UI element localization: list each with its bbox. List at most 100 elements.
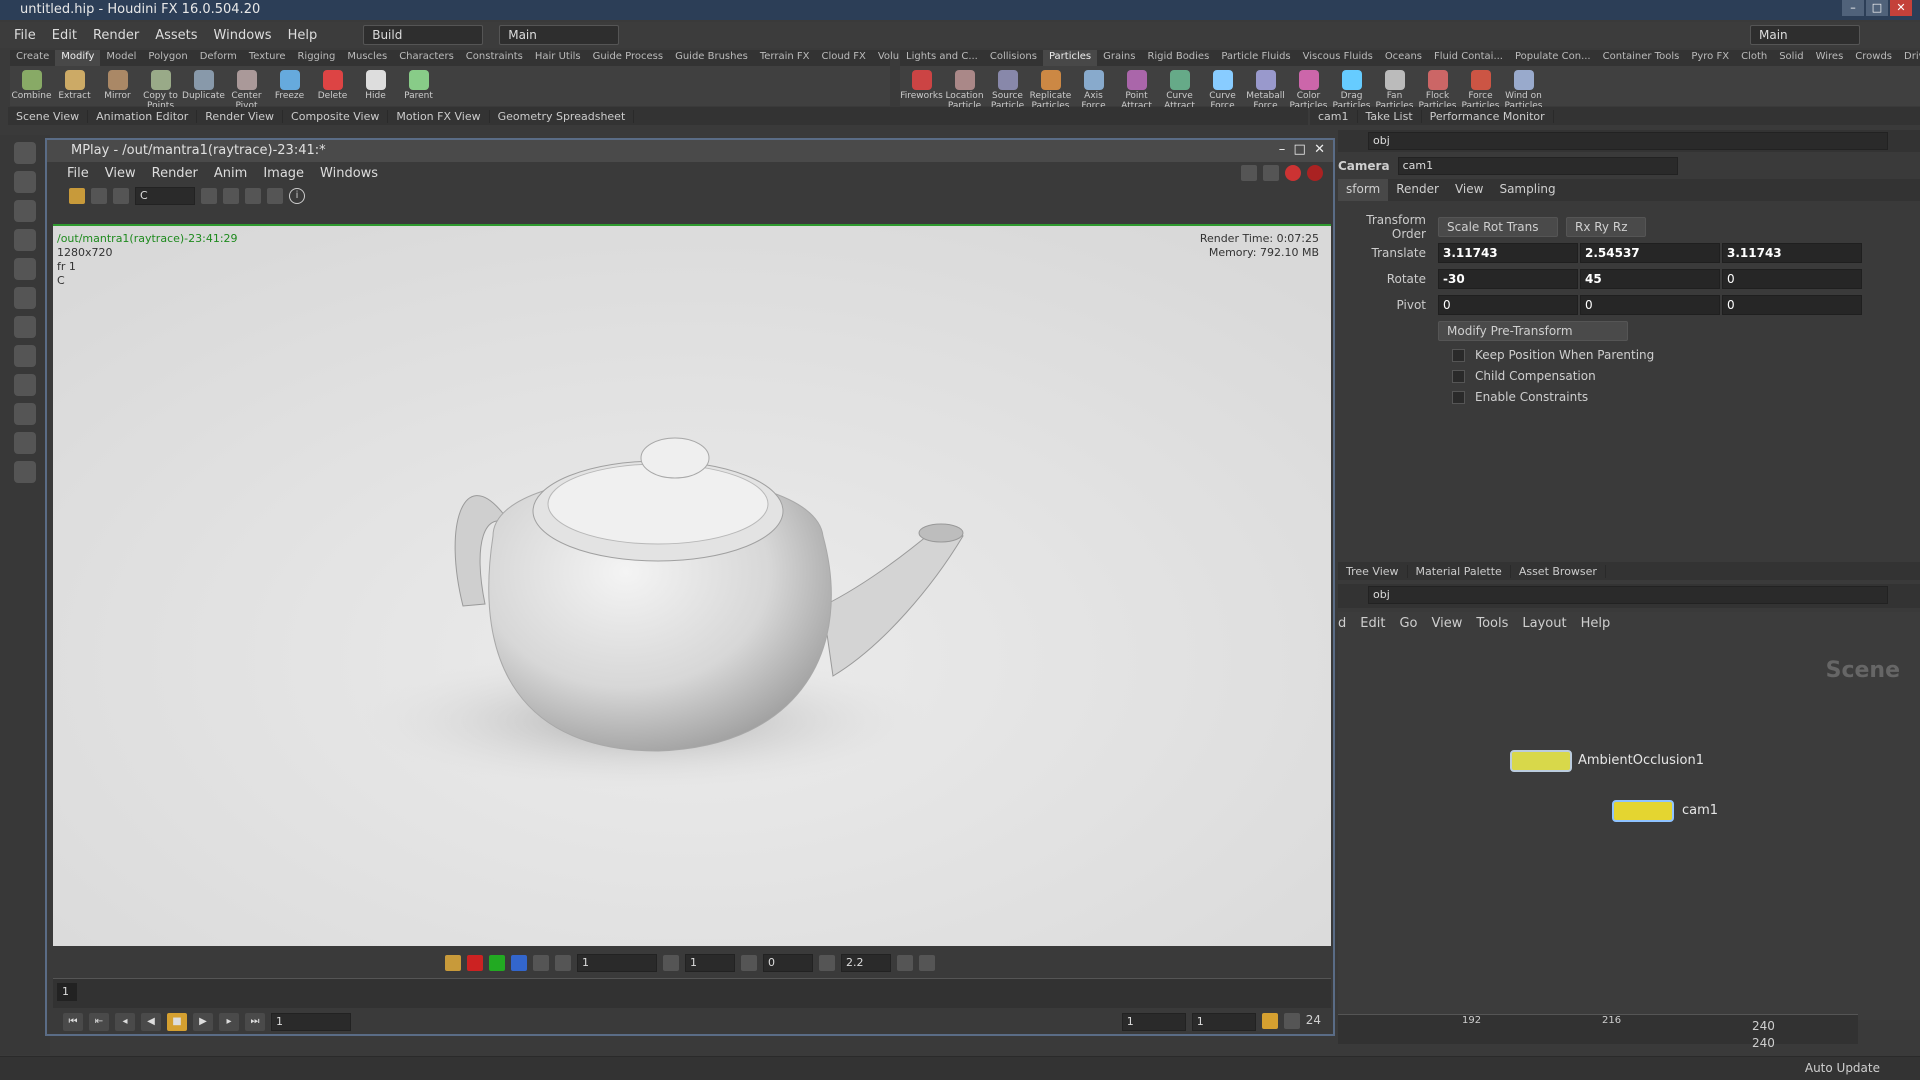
tools_right-tool-3[interactable]: Replicate Particles (1029, 66, 1072, 111)
tools_right-tool-12[interactable]: Flock Particles (1416, 66, 1459, 111)
shelf-tab-right-7[interactable]: Oceans (1379, 50, 1428, 66)
resize-icon[interactable] (1241, 165, 1257, 181)
current-frame-field[interactable]: 1 (271, 1013, 351, 1031)
tools_left-tool-0[interactable]: Combine (10, 66, 53, 106)
rotate-tool-icon[interactable] (14, 200, 36, 222)
shelf-tab-left-5[interactable]: Texture (243, 50, 292, 66)
range-start-field[interactable]: 1 (1121, 1013, 1186, 1031)
pose-tool-icon[interactable] (14, 229, 36, 251)
tools_right-tool-1[interactable]: Location Particle Emi... (943, 66, 986, 121)
shelf-tab-right-16[interactable]: Drive Simula... (1898, 50, 1920, 66)
split-icon[interactable] (113, 188, 129, 204)
main-timeline[interactable]: 192 216 (1338, 1014, 1858, 1044)
zoom-in-icon[interactable] (201, 188, 217, 204)
pivot-x[interactable]: 0 (1438, 295, 1578, 315)
tab-sampling[interactable]: Sampling (1491, 179, 1563, 201)
compare-icon[interactable] (91, 188, 107, 204)
shelf-tab-right-2[interactable]: Particles (1042, 50, 1098, 66)
camera-tool-icon[interactable] (14, 316, 36, 338)
network-menu-item-3[interactable]: View (1431, 616, 1462, 631)
shelf-tab-left-13[interactable]: Terrain FX (754, 50, 816, 66)
shelf-tab-left-3[interactable]: Polygon (142, 50, 193, 66)
stop-icon[interactable]: ■ (167, 1013, 187, 1031)
home-icon[interactable] (245, 188, 261, 204)
first-frame-icon[interactable]: ⏮ (63, 1013, 83, 1031)
last-frame-icon[interactable]: ⏭ (245, 1013, 265, 1031)
pane-tab-right-0[interactable]: cam1 (1310, 109, 1358, 123)
param-path[interactable]: obj (1368, 132, 1888, 150)
grid-snap-icon[interactable] (14, 403, 36, 425)
tools_left-tool-9[interactable]: Parent (397, 66, 440, 106)
shelf-tab-left-11[interactable]: Guide Process (587, 50, 669, 66)
tools_left-tool-5[interactable]: Center Pivot (225, 66, 268, 111)
menu-file[interactable]: File (14, 28, 36, 43)
primitive-snap-icon[interactable] (14, 432, 36, 454)
menu-help[interactable]: Help (288, 28, 318, 43)
exposure-icon[interactable] (555, 955, 571, 971)
shelf-tab-right-10[interactable]: Container Tools (1597, 50, 1686, 66)
prev-key-icon[interactable]: ⇤ (89, 1013, 109, 1031)
network-tab-0[interactable]: Tree View (1338, 564, 1408, 578)
tools_left-tool-8[interactable]: Hide (354, 66, 397, 106)
green-channel-icon[interactable] (489, 955, 505, 971)
shelf-tab-right-8[interactable]: Fluid Contai... (1428, 50, 1509, 66)
move-tool-icon[interactable] (14, 171, 36, 193)
tools_right-tool-9[interactable]: Color Particles (1287, 66, 1330, 111)
handle-tool-icon[interactable] (14, 258, 36, 280)
translate-y[interactable]: 2.54537 (1580, 243, 1720, 263)
shelf-tab-right-14[interactable]: Wires (1810, 50, 1850, 66)
rotate-y[interactable]: 45 (1580, 269, 1720, 289)
menu-render[interactable]: Render (93, 28, 139, 43)
rotation-order-select[interactable]: Rx Ry Rz (1566, 217, 1646, 237)
pane-tab-right-1[interactable]: Take List (1358, 109, 1422, 123)
tools_right-tool-5[interactable]: Point Attract Particles (1115, 66, 1158, 121)
pane-tab-left-4[interactable]: Motion FX View (388, 109, 490, 123)
translate-x[interactable]: 3.11743 (1438, 243, 1578, 263)
shelf-tab-left-8[interactable]: Characters (393, 50, 460, 66)
shelf-tab-right-9[interactable]: Populate Con... (1509, 50, 1597, 66)
gamma-icon[interactable] (819, 955, 835, 971)
tools_left-tool-7[interactable]: Delete (311, 66, 354, 106)
render-viewport[interactable]: /out/mantra1(raytrace)-23:41:29 1280x720… (53, 224, 1331, 946)
shelf-tab-right-11[interactable]: Pyro FX (1685, 50, 1735, 66)
stop-render-icon[interactable] (1285, 165, 1301, 181)
close-icon[interactable]: ✕ (1890, 0, 1912, 16)
tab-transform[interactable]: sform (1338, 179, 1389, 201)
loop-icon[interactable] (1283, 1013, 1300, 1029)
pivot-z[interactable]: 0 (1722, 295, 1862, 315)
magnet-icon[interactable] (14, 374, 36, 396)
network-menu-item-0[interactable]: d (1338, 616, 1346, 631)
right-desktop-select[interactable]: Main (1750, 25, 1860, 45)
step-back-icon[interactable]: ◂ (115, 1013, 135, 1031)
view-tool-icon[interactable] (14, 287, 36, 309)
mplay-menu-file[interactable]: File (67, 166, 89, 181)
range-end-field[interactable]: 1 (1191, 1013, 1256, 1031)
maximize-icon[interactable]: □ (1866, 0, 1888, 16)
translate-z[interactable]: 3.11743 (1722, 243, 1862, 263)
child-compensation-checkbox[interactable] (1452, 369, 1465, 383)
gamma-field[interactable]: 2.2 (841, 954, 891, 972)
network-tab-2[interactable]: Asset Browser (1511, 564, 1606, 578)
keep-position-checkbox[interactable] (1452, 348, 1465, 362)
menu-edit[interactable]: Edit (52, 28, 77, 43)
mplay-menu-anim[interactable]: Anim (214, 166, 247, 181)
tools_right-tool-10[interactable]: Drag Particles (1330, 66, 1373, 111)
step-forward-icon[interactable]: ▸ (219, 1013, 239, 1031)
shelf-tab-left-10[interactable]: Hair Utils (529, 50, 587, 66)
mplay-menu-windows[interactable]: Windows (320, 166, 378, 181)
tools_left-tool-4[interactable]: Duplicate (182, 66, 225, 106)
alpha-channel-icon[interactable] (533, 955, 549, 971)
mplay-menu-image[interactable]: Image (263, 166, 304, 181)
tools_right-tool-6[interactable]: Curve Attract Particles (1158, 66, 1201, 121)
modify-pre-transform-menu[interactable]: Modify Pre-Transform (1438, 321, 1628, 341)
shelf-tab-right-4[interactable]: Rigid Bodies (1141, 50, 1215, 66)
network-menu-item-4[interactable]: Tools (1476, 616, 1508, 631)
shelf-tab-right-0[interactable]: Lights and C... (900, 50, 984, 66)
shelf-tab-right-6[interactable]: Viscous Fluids (1297, 50, 1379, 66)
shelf-tab-right-15[interactable]: Crowds (1849, 50, 1898, 66)
shelf-tab-right-12[interactable]: Cloth (1735, 50, 1773, 66)
rotate-z[interactable]: 0 (1722, 269, 1862, 289)
shelf-tab-left-9[interactable]: Constraints (460, 50, 529, 66)
tools_right-tool-14[interactable]: Wind on Particles (1502, 66, 1545, 111)
pane-tab-left-0[interactable]: Scene View (8, 109, 89, 123)
